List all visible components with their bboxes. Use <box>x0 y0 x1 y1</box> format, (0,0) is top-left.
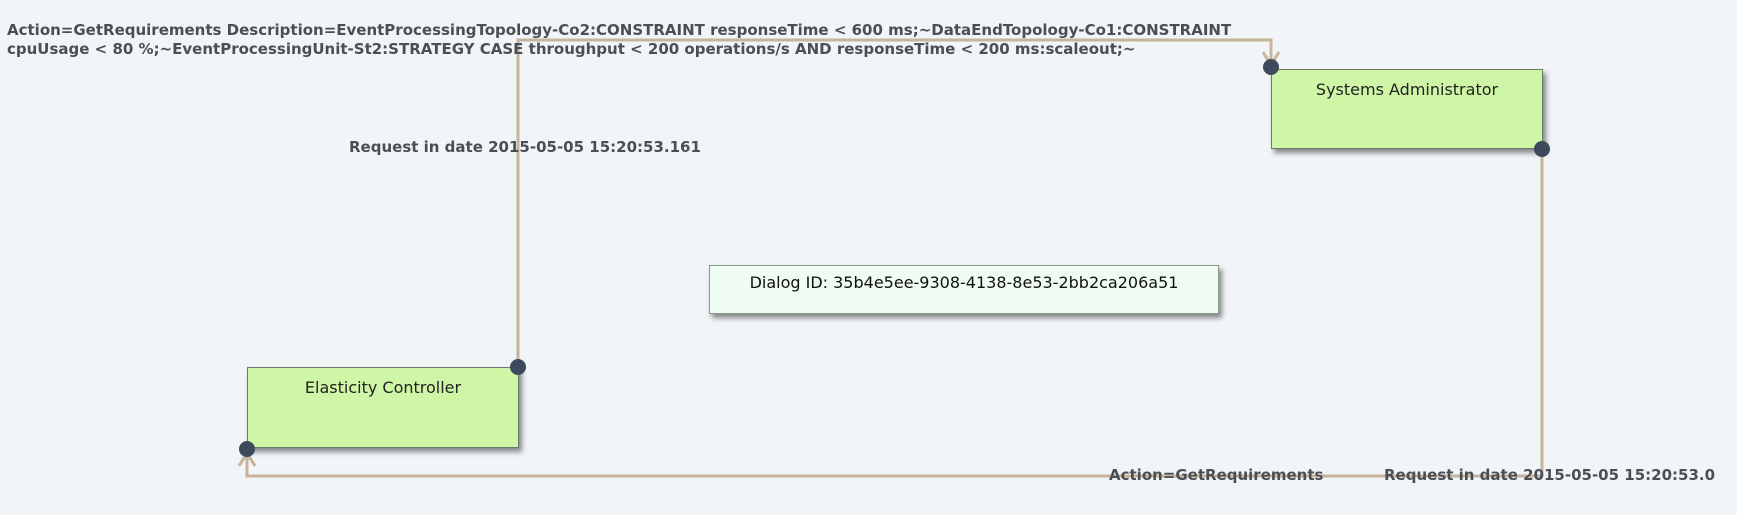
systems-administrator-label: Systems Administrator <box>1315 80 1499 99</box>
dialog-id-label: Dialog ID: 35b4e5ee-9308-4138-8e53-2bb2c… <box>749 273 1179 292</box>
message-top-line1: Action=GetRequirements Description=Event… <box>7 21 1232 39</box>
elasticity-controller-label: Elasticity Controller <box>304 378 462 397</box>
request-date-top: Request in date 2015-05-05 15:20:53.161 <box>349 138 701 156</box>
dialog-id-box[interactable]: Dialog ID: 35b4e5ee-9308-4138-8e53-2bb2c… <box>709 265 1219 314</box>
connector-elastic-to-sysadmin <box>516 38 1273 367</box>
systems-administrator-node[interactable]: Systems Administrator <box>1271 69 1543 149</box>
elasticity-controller-node[interactable]: Elasticity Controller <box>247 367 519 448</box>
message-top-line2: cpuUsage < 80 %;~EventProcessingUnit-St2… <box>7 40 1136 58</box>
request-date-bottom: Request in date 2015-05-05 15:20:53.0 <box>1384 466 1716 484</box>
message-bottom: Action=GetRequirements <box>1109 466 1324 484</box>
